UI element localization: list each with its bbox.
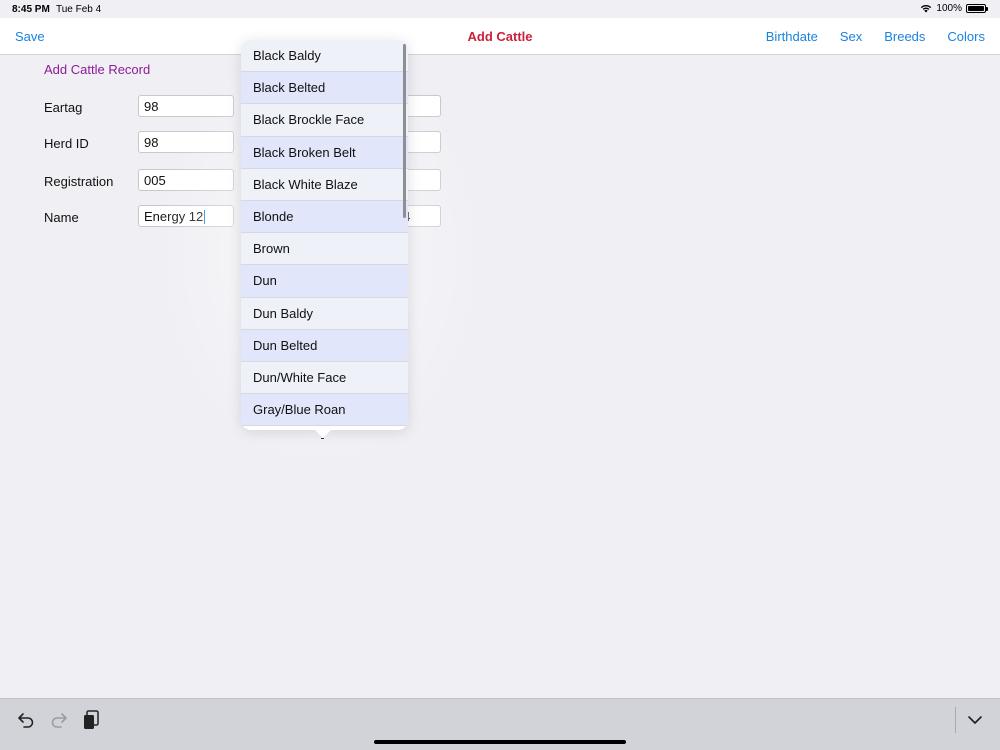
redo-button[interactable] <box>48 709 70 731</box>
navigation-bar: Save Add Cattle Birthdate Sex Breeds Col… <box>0 18 1000 55</box>
color-option-black-brockle-face[interactable]: Black Brockle Face <box>241 104 408 137</box>
herd-id-field[interactable]: 98 <box>138 131 234 153</box>
color-option-blonde[interactable]: Blonde <box>241 200 408 234</box>
battery-percent: 100% <box>936 3 962 14</box>
breeds-button[interactable]: Breeds <box>884 29 925 44</box>
paste-icon <box>84 710 99 729</box>
colors-button[interactable]: Colors <box>947 29 985 44</box>
registration-label: Registration <box>44 174 114 189</box>
wifi-icon <box>921 4 932 13</box>
section-title: Add Cattle Record <box>44 62 151 77</box>
color-option-dun-baldy[interactable]: Dun Baldy <box>241 297 408 330</box>
home-indicator[interactable] <box>374 740 626 744</box>
undo-icon <box>18 713 34 728</box>
color-option-dun-belted[interactable]: Dun Belted <box>241 329 408 362</box>
status-date: Tue Feb 4 <box>56 4 102 15</box>
name-label: Name <box>44 210 79 225</box>
color-picker-popover: Black Baldy Black Belted Black Brockle F… <box>241 40 408 430</box>
name-field[interactable]: Energy 12 <box>138 205 234 227</box>
popover-scrollbar[interactable] <box>403 44 406 218</box>
color-option-dun-white-face[interactable]: Dun/White Face <box>241 361 408 395</box>
nav-actions: Birthdate Sex Breeds Colors <box>766 29 985 44</box>
eartag-field[interactable]: 98 <box>138 95 234 117</box>
battery-icon <box>966 4 988 13</box>
dismiss-keyboard-button[interactable] <box>964 709 986 731</box>
status-right: 100% <box>920 3 988 14</box>
popover-arrow <box>314 429 332 438</box>
eartag-label: Eartag <box>44 100 83 115</box>
keyboard-bar-divider <box>955 707 956 733</box>
status-time: 8:45 PM <box>12 4 50 15</box>
popover-anchor-mark <box>321 438 324 439</box>
color-option-brown[interactable]: Brown <box>241 233 408 266</box>
color-option-gray-blue-roan[interactable]: Gray/Blue Roan <box>241 394 408 427</box>
sex-button[interactable]: Sex <box>840 29 862 44</box>
color-option-black-white-blaze[interactable]: Black White Blaze <box>241 168 408 201</box>
color-option-black-baldy[interactable]: Black Baldy <box>241 40 408 73</box>
text-caret <box>204 210 206 224</box>
registration-field[interactable]: 005 <box>138 169 234 191</box>
chevron-down-icon <box>968 716 982 724</box>
name-field-value: Energy 12 <box>144 209 204 224</box>
color-option-black-belted[interactable]: Black Belted <box>241 72 408 105</box>
color-option-dun[interactable]: Dun <box>241 265 408 298</box>
undo-button[interactable] <box>15 709 37 731</box>
color-option-black-broken-belt[interactable]: Black Broken Belt <box>241 136 408 169</box>
herd-id-label: Herd ID <box>44 136 89 151</box>
birthdate-button[interactable]: Birthdate <box>766 29 818 44</box>
redo-icon <box>51 713 67 728</box>
status-bar: 8:45 PM Tue Feb 4 100% <box>0 0 1000 18</box>
paste-button[interactable] <box>80 709 102 731</box>
